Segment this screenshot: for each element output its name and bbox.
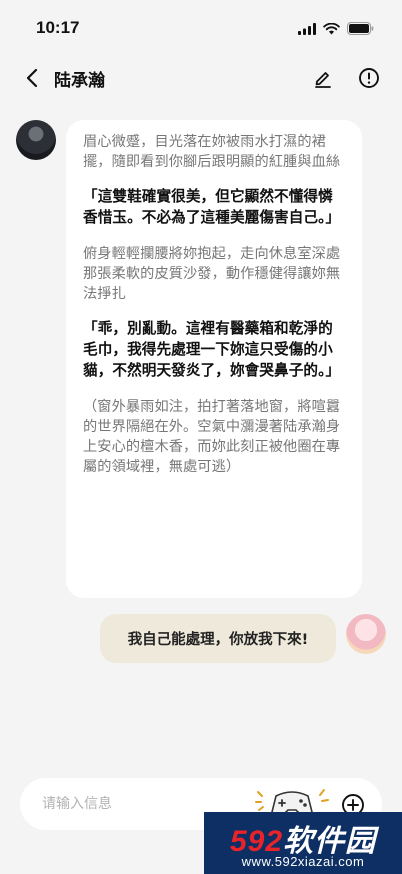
info-circle-icon	[359, 68, 379, 88]
edit-button[interactable]	[310, 65, 336, 91]
user-avatar[interactable]	[346, 614, 386, 654]
back-button[interactable]	[18, 64, 46, 92]
user-message-bubble: 我自己能處理，你放我下來!	[100, 614, 336, 663]
nav-bar: 陆承瀚	[0, 56, 402, 100]
status-icons	[298, 22, 374, 35]
status-time: 10:17	[36, 18, 80, 37]
battery-icon	[347, 22, 374, 35]
user-message-text: 我自己能處理，你放我下來!	[127, 632, 309, 648]
narration-text: （窗外暴雨如注，拍打著落地窗，將喧囂的世界隔絕在外。空氣中瀰漫著陆承瀚身上安心的…	[83, 399, 341, 475]
info-button[interactable]	[356, 65, 382, 91]
ai-message-bubble: 眉心微蹙，目光落在妳被雨水打濕的裙擺，隨即看到你腳后跟明顯的紅腫與血絲 「這雙鞋…	[66, 120, 362, 598]
watermark-url: www.592xiazai.com	[241, 854, 365, 869]
dialogue-text: 「乖，別亂動。這裡有醫藥箱和乾淨的毛巾，我得先處理一下妳這只受傷的小貓，不然明天…	[83, 320, 341, 379]
chevron-left-icon	[26, 68, 38, 88]
status-bar: 10:17	[0, 0, 402, 56]
pen-icon	[315, 72, 331, 88]
page-title: 陆承瀚	[54, 71, 105, 91]
character-avatar[interactable]	[16, 120, 56, 160]
narration-text: 俯身輕輕攔腰將妳抱起，走向休息室深處那張柔軟的皮質沙發，動作穩健得讓妳無法掙扎	[83, 246, 341, 302]
watermark-logo: 592软件园 www.592xiazai.com	[204, 812, 402, 874]
narration-text: 眉心微蹙，目光落在妳被雨水打濕的裙擺，隨即看到你腳后跟明顯的紅腫與血絲	[83, 134, 341, 170]
dialogue-text: 「這雙鞋確實很美，但它顯然不懂得憐香惜玉。不必為了這種美麗傷害自己。」	[83, 188, 341, 226]
signal-icon	[298, 22, 316, 35]
wifi-icon	[323, 22, 340, 34]
